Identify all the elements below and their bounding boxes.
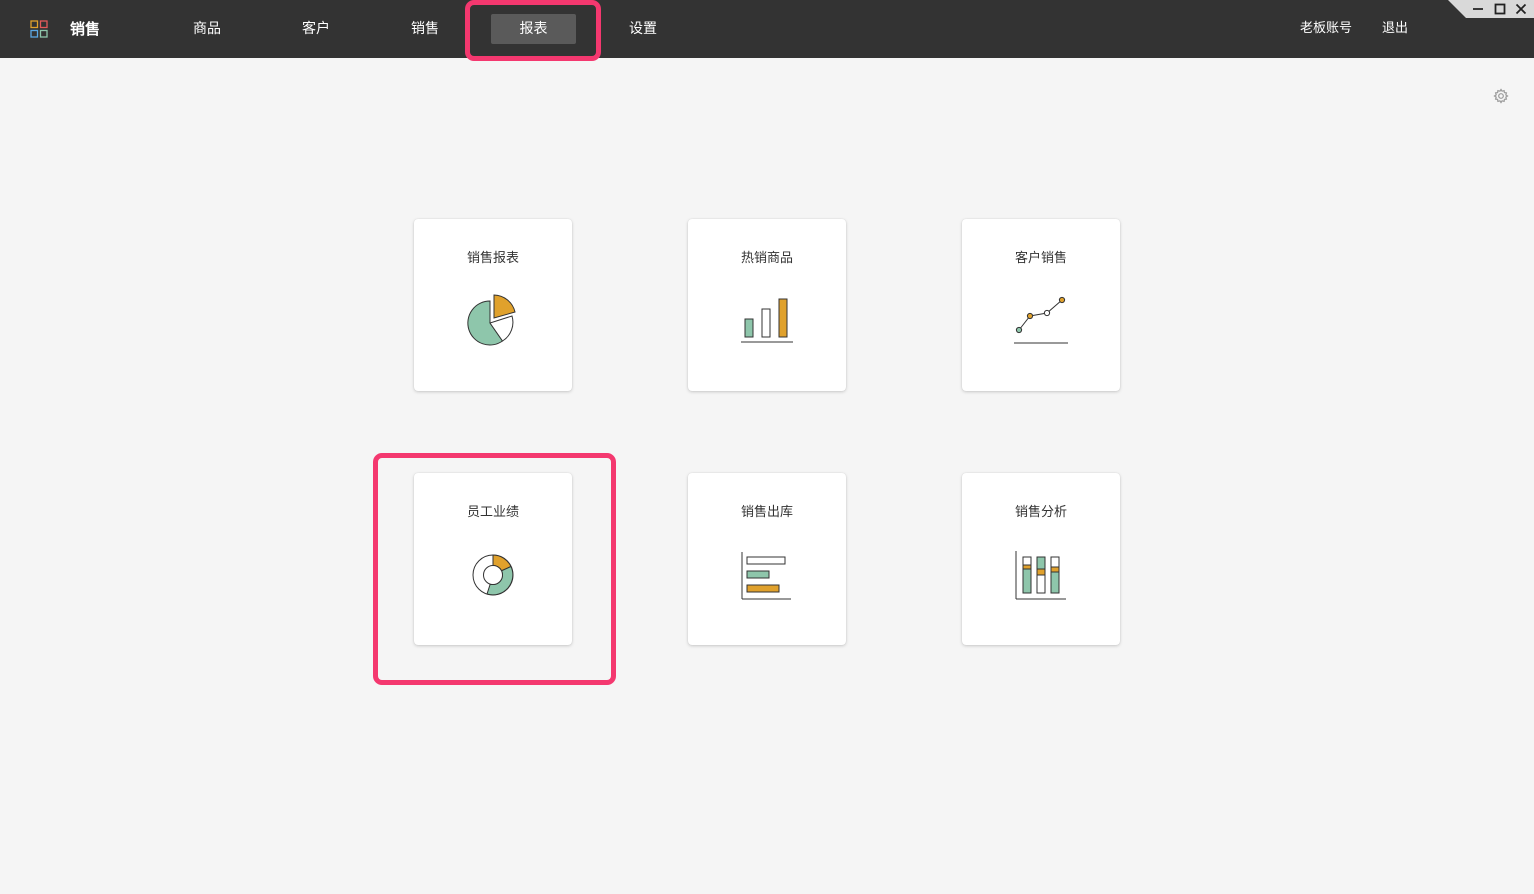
logout-link[interactable]: 退出	[1382, 18, 1408, 40]
card-title: 热销商品	[740, 251, 793, 266]
maximize-icon[interactable]	[1492, 1, 1508, 17]
horizontal-bar-chart-icon	[741, 552, 791, 600]
nav-tab-sales[interactable]: 销售	[398, 14, 452, 44]
gear-icon[interactable]	[1493, 88, 1509, 104]
report-card-sales-analysis[interactable]: 销售分析	[962, 473, 1120, 645]
card-title: 销售报表	[466, 251, 519, 266]
app-window: 销售 商品 客户 销售 报表 设置 老板账号 退出 销售报表 热销商品 客户销售…	[0, 0, 1534, 894]
report-card-sales-outbound[interactable]: 销售出库	[688, 473, 846, 645]
nav-tab-reports[interactable]: 报表	[491, 14, 576, 44]
card-title: 客户销售	[1014, 251, 1067, 266]
bar-chart-icon	[741, 298, 793, 343]
window-controls	[1448, 0, 1534, 18]
report-card-sales-report[interactable]: 销售报表	[414, 219, 572, 391]
top-bar: 销售 商品 客户 销售 报表 设置 老板账号 退出	[0, 0, 1534, 58]
nav-tab-settings[interactable]: 设置	[616, 14, 670, 44]
donut-chart-icon	[472, 554, 514, 596]
card-title: 销售出库	[740, 505, 793, 520]
app-name: 销售	[70, 20, 101, 38]
card-title: 员工业绩	[466, 505, 519, 520]
apps-grid-icon[interactable]	[30, 20, 48, 38]
stacked-bar-chart-icon	[1015, 551, 1066, 600]
close-icon[interactable]	[1513, 1, 1529, 17]
card-title: 销售分析	[1014, 505, 1067, 520]
account-link[interactable]: 老板账号	[1300, 18, 1352, 40]
nav-tab-customers[interactable]: 客户	[289, 14, 343, 44]
nav-tab-products[interactable]: 商品	[180, 14, 234, 44]
pie-chart-icon	[467, 294, 516, 346]
minimize-icon[interactable]	[1470, 1, 1486, 17]
report-card-employee-performance[interactable]: 员工业绩	[414, 473, 572, 645]
report-card-hot-products[interactable]: 热销商品	[688, 219, 846, 391]
line-chart-icon	[1014, 296, 1068, 344]
report-card-customer-sales[interactable]: 客户销售	[962, 219, 1120, 391]
